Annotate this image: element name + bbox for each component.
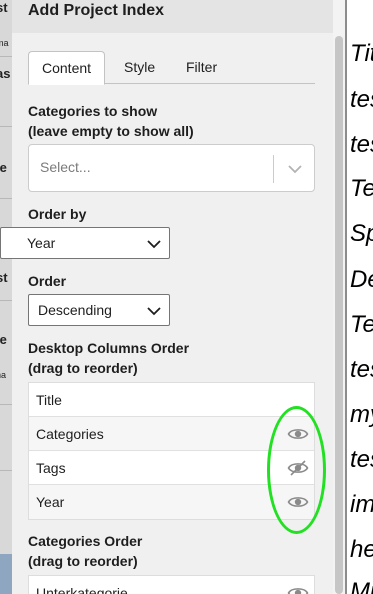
background-list-item: he	[350, 536, 373, 563]
column-label: Year	[36, 494, 65, 510]
background-list-item: Mu	[350, 578, 373, 594]
desktop-columns-label: Desktop Columns Order	[28, 340, 190, 356]
divider	[0, 470, 12, 471]
background-image	[0, 554, 12, 594]
background-page-right: Tit tes tes Te Sp De Te tes my tes im he…	[345, 0, 373, 594]
order-select[interactable]: Descending	[28, 294, 170, 326]
background-text: ie	[0, 332, 7, 347]
background-list-item: Te	[350, 175, 373, 202]
settings-panel: Add Project Index Content Style Filter C…	[0, 0, 333, 594]
background-list-item: im	[350, 491, 373, 518]
background-list-item: tes	[350, 446, 373, 473]
background-text: as	[0, 66, 11, 81]
select-separator	[273, 155, 274, 183]
column-label: Title	[36, 392, 62, 408]
divider	[0, 56, 12, 57]
background-text: na	[0, 370, 7, 380]
order-value: Descending	[38, 302, 112, 318]
chevron-down-icon	[147, 240, 161, 249]
column-label: Categories	[36, 426, 104, 442]
background-list-item: my	[350, 401, 373, 428]
list-item[interactable]: Unterkategorie	[29, 576, 314, 594]
divider	[0, 198, 12, 199]
eye-icon[interactable]	[287, 493, 309, 511]
background-text: st	[0, 0, 8, 15]
list-item[interactable]: Title	[29, 383, 314, 417]
panel-title: Add Project Index	[28, 2, 165, 19]
categories-label: Categories to show	[28, 103, 158, 119]
divider	[345, 0, 347, 594]
order-label: Order	[28, 273, 67, 289]
background-list-item: Te	[350, 311, 373, 338]
order-by-select[interactable]: Year	[0, 227, 170, 259]
desktop-columns-sublabel: (drag to reorder)	[28, 360, 138, 376]
categories-order-list: Unterkategorie	[28, 575, 315, 594]
list-item[interactable]: Categories	[29, 417, 314, 451]
desktop-columns-list: Title Categories Tags Year	[28, 382, 315, 520]
tab-style[interactable]: Style	[124, 51, 155, 84]
background-list-item: Sp	[350, 220, 373, 247]
list-item[interactable]: Tags	[29, 451, 314, 485]
background-list-item: tes	[350, 356, 373, 383]
order-by-label: Order by	[28, 206, 87, 222]
categories-sublabel: (leave empty to show all)	[28, 123, 194, 139]
background-text: ma	[0, 38, 9, 48]
eye-icon[interactable]	[287, 584, 309, 594]
divider	[0, 300, 12, 301]
tab-content[interactable]: Content	[28, 51, 106, 85]
background-text: st	[0, 270, 8, 285]
divider	[0, 126, 12, 127]
tab-bar: Content Style Filter	[28, 51, 315, 85]
background-page-left: st ma as je st ie na	[0, 0, 12, 594]
scrollbar-thumb[interactable]	[335, 36, 343, 594]
category-label: Unterkategorie	[36, 585, 128, 594]
categories-order-sublabel: (drag to reorder)	[28, 553, 138, 569]
categories-select[interactable]: Select...	[28, 144, 315, 192]
chevron-down-icon	[147, 307, 161, 316]
chevron-down-icon[interactable]	[285, 159, 305, 179]
eye-slash-icon[interactable]	[287, 459, 309, 477]
column-label: Tags	[36, 460, 66, 476]
order-by-value: Year	[27, 235, 56, 251]
background-list-item: tes	[350, 131, 373, 158]
background-list-item: tes	[350, 86, 373, 113]
list-item[interactable]: Year	[29, 485, 314, 519]
divider	[0, 404, 12, 405]
background-list-item: Tit	[350, 40, 373, 67]
categories-select-placeholder: Select...	[40, 159, 91, 175]
tab-filter[interactable]: Filter	[186, 51, 217, 84]
background-list-item: De	[350, 266, 373, 293]
panel-header: Add Project Index	[12, 0, 333, 33]
eye-icon[interactable]	[287, 425, 309, 443]
background-text: je	[0, 160, 7, 175]
categories-order-label: Categories Order	[28, 533, 143, 549]
